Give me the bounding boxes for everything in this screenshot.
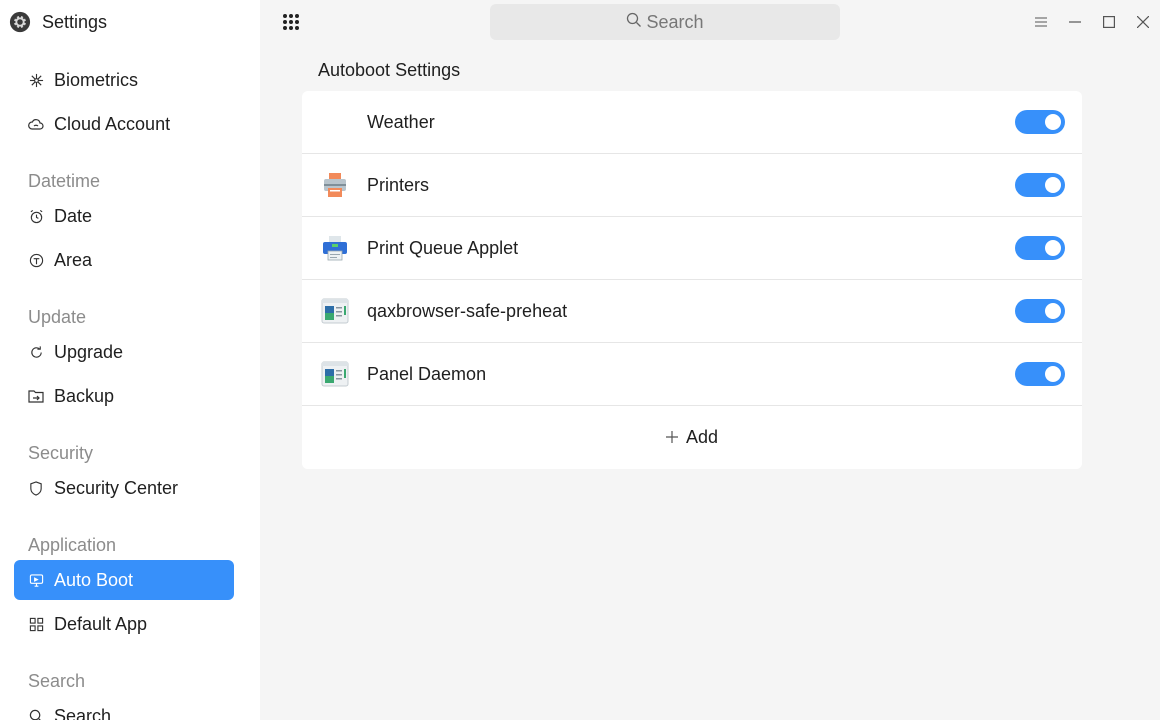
cloud-icon: [28, 116, 44, 132]
group-label-update: Update: [28, 307, 87, 327]
autoboot-icon: [28, 572, 44, 588]
sidebar-item-biometrics[interactable]: Biometrics: [14, 60, 234, 100]
gear-icon: [8, 10, 32, 34]
menu-icon[interactable]: [1034, 10, 1048, 34]
list-item-print-queue-applet: Print Queue Applet: [302, 217, 1082, 280]
close-icon[interactable]: [1136, 10, 1150, 34]
printer-icon: [320, 170, 350, 200]
sidebar-item-label: Biometrics: [54, 69, 139, 90]
sidebar-item-label: Upgrade: [54, 341, 124, 362]
sidebar-item-label: Date: [54, 205, 93, 226]
print-queue-icon: [320, 233, 350, 263]
autoboot-toggle[interactable]: [1015, 362, 1065, 386]
clock-icon: [28, 208, 44, 224]
add-label: Add: [685, 427, 719, 447]
sidebar-item-label: Search: [54, 705, 112, 720]
sidebar-item-default-app[interactable]: Default App: [14, 604, 234, 644]
toggle-knob: [1045, 366, 1061, 382]
toggle-knob: [1045, 240, 1061, 256]
sidebar-item-cloud-account[interactable]: Cloud Account: [14, 104, 234, 144]
weather-app-icon: [320, 107, 350, 137]
search-placeholder: Search: [646, 11, 704, 32]
sidebar-item-label: Default App: [54, 613, 148, 634]
toggle-knob: [1045, 114, 1061, 130]
settings-window: Settings Biometrics Cloud Account Dateti…: [0, 0, 1160, 720]
app-name: qaxbrowser-safe-preheat: [367, 300, 568, 321]
sidebar-nav: Biometrics Cloud Account Datetime Date A…: [14, 60, 234, 720]
apps-grid-icon[interactable]: [282, 13, 300, 31]
list-item-weather: Weather: [302, 91, 1082, 154]
sidebar-item-search[interactable]: Search: [14, 696, 234, 720]
group-label-security: Security: [28, 443, 94, 463]
app-window-icon: [320, 359, 350, 389]
group-label-search: Search: [28, 671, 86, 691]
app-window-icon: [320, 296, 350, 326]
toggle-knob: [1045, 303, 1061, 319]
backup-icon: [28, 388, 44, 404]
sidebar-item-label: Area: [54, 249, 93, 270]
autoboot-toggle[interactable]: [1015, 173, 1065, 197]
group-label-datetime: Datetime: [28, 171, 101, 191]
sidebar-item-auto-boot[interactable]: Auto Boot: [14, 560, 234, 600]
sidebar-item-label: Auto Boot: [54, 569, 134, 590]
sidebar-item-label: Cloud Account: [54, 113, 171, 134]
page-title: Autoboot Settings: [318, 60, 461, 80]
autoboot-toggle[interactable]: [1015, 110, 1065, 134]
add-button[interactable]: Add: [302, 406, 1082, 469]
shield-icon: [28, 480, 44, 496]
area-icon: [28, 252, 44, 268]
autoboot-toggle[interactable]: [1015, 236, 1065, 260]
sidebar-item-backup[interactable]: Backup: [14, 376, 234, 416]
group-label-application: Application: [28, 535, 117, 555]
list-item-qaxbrowser-safe-preheat: qaxbrowser-safe-preheat: [302, 280, 1082, 343]
main-panel: Search Autoboot Settings Weather Printer…: [260, 0, 1160, 720]
list-item-printers: Printers: [302, 154, 1082, 217]
refresh-icon: [28, 344, 44, 360]
app-name: Printers: [367, 174, 430, 195]
sidebar: Settings Biometrics Cloud Account Dateti…: [0, 0, 260, 720]
app-title: Settings: [42, 11, 108, 32]
autoboot-list: Weather Printers Print Queue Applet qaxb…: [302, 91, 1082, 469]
app-name: Weather: [367, 111, 435, 132]
app-name: Panel Daemon: [367, 363, 487, 384]
maximize-icon[interactable]: [1102, 10, 1116, 34]
sidebar-item-upgrade[interactable]: Upgrade: [14, 332, 234, 372]
plus-icon: [665, 426, 678, 449]
sidebar-item-area[interactable]: Area: [14, 240, 234, 280]
search-input[interactable]: Search: [490, 4, 840, 40]
window-controls: [1034, 10, 1150, 34]
sidebar-item-label: Security Center: [54, 477, 179, 498]
list-item-panel-daemon: Panel Daemon: [302, 343, 1082, 406]
toggle-knob: [1045, 177, 1061, 193]
biometrics-icon: [28, 72, 44, 88]
autoboot-toggle[interactable]: [1015, 299, 1065, 323]
search-icon: [626, 12, 642, 33]
app-header: Settings: [8, 8, 107, 36]
sidebar-item-security-center[interactable]: Security Center: [14, 468, 234, 508]
sidebar-item-label: Backup: [54, 385, 115, 406]
minimize-icon[interactable]: [1068, 10, 1082, 34]
sidebar-item-date[interactable]: Date: [14, 196, 234, 236]
grid-icon: [28, 616, 44, 632]
app-name: Print Queue Applet: [367, 237, 519, 258]
search-icon: [28, 708, 44, 720]
